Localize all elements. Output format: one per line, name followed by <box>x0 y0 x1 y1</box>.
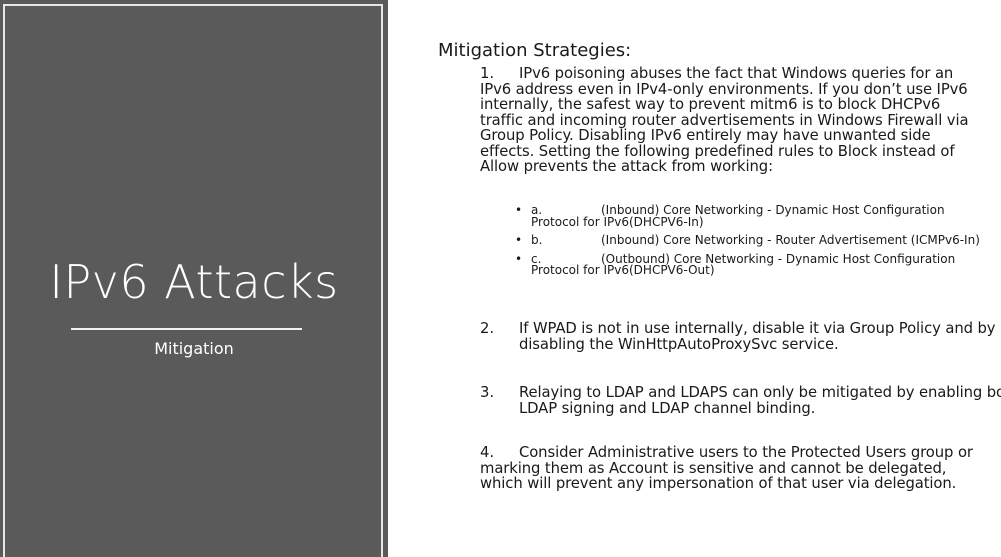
bullet-icon: • <box>515 203 523 217</box>
slide: IPv6 Attacks Mitigation Mitigation Strat… <box>0 0 1001 557</box>
rule-text: (Inbound) Core Networking - Router Adver… <box>601 233 980 247</box>
rule-letter: b. <box>531 233 543 247</box>
bullet-icon: • <box>515 251 523 266</box>
title-divider <box>71 328 302 330</box>
firewall-rule-item: • b. (Inbound) Core Networking - Router A… <box>515 233 985 247</box>
strategy-number: 3. <box>480 384 494 401</box>
strategy-number: 4. <box>480 444 494 461</box>
title-panel: IPv6 Attacks Mitigation <box>0 0 388 557</box>
section-heading: Mitigation Strategies: <box>438 40 632 61</box>
strategy-item-2: 2. If WPAD is not in use internally, disa… <box>480 321 1001 352</box>
strategy-item-1: 1. IPv6 poisoning abuses the fact that Wi… <box>480 66 985 175</box>
strategy-number: 2. <box>480 320 494 337</box>
strategy-item-3: 3. Relaying to LDAP and LDAPS can only be… <box>480 385 1001 416</box>
slide-subtitle: Mitigation <box>154 339 234 358</box>
slide-title: IPv6 Attacks <box>49 255 339 309</box>
strategy-item-4: 4. Consider Administrative users to the P… <box>480 445 985 492</box>
firewall-rule-item: • a. (Inbound) Core Networking - Dynamic … <box>515 203 985 228</box>
firewall-rule-list: • a. (Inbound) Core Networking - Dynamic … <box>515 203 985 284</box>
strategy-text: Relaying to LDAP and LDAPS can only be m… <box>519 384 1001 417</box>
firewall-rule-item: • c. (Outbound) Core Networking - Dynamic… <box>515 251 985 277</box>
strategy-text: If WPAD is not in use internally, disabl… <box>519 320 996 353</box>
strategy-number: 1. <box>480 65 494 82</box>
strategy-text: IPv6 poisoning abuses the fact that Wind… <box>480 65 969 175</box>
strategy-text: Consider Administrative users to the Pro… <box>480 444 973 492</box>
bullet-icon: • <box>515 233 523 247</box>
